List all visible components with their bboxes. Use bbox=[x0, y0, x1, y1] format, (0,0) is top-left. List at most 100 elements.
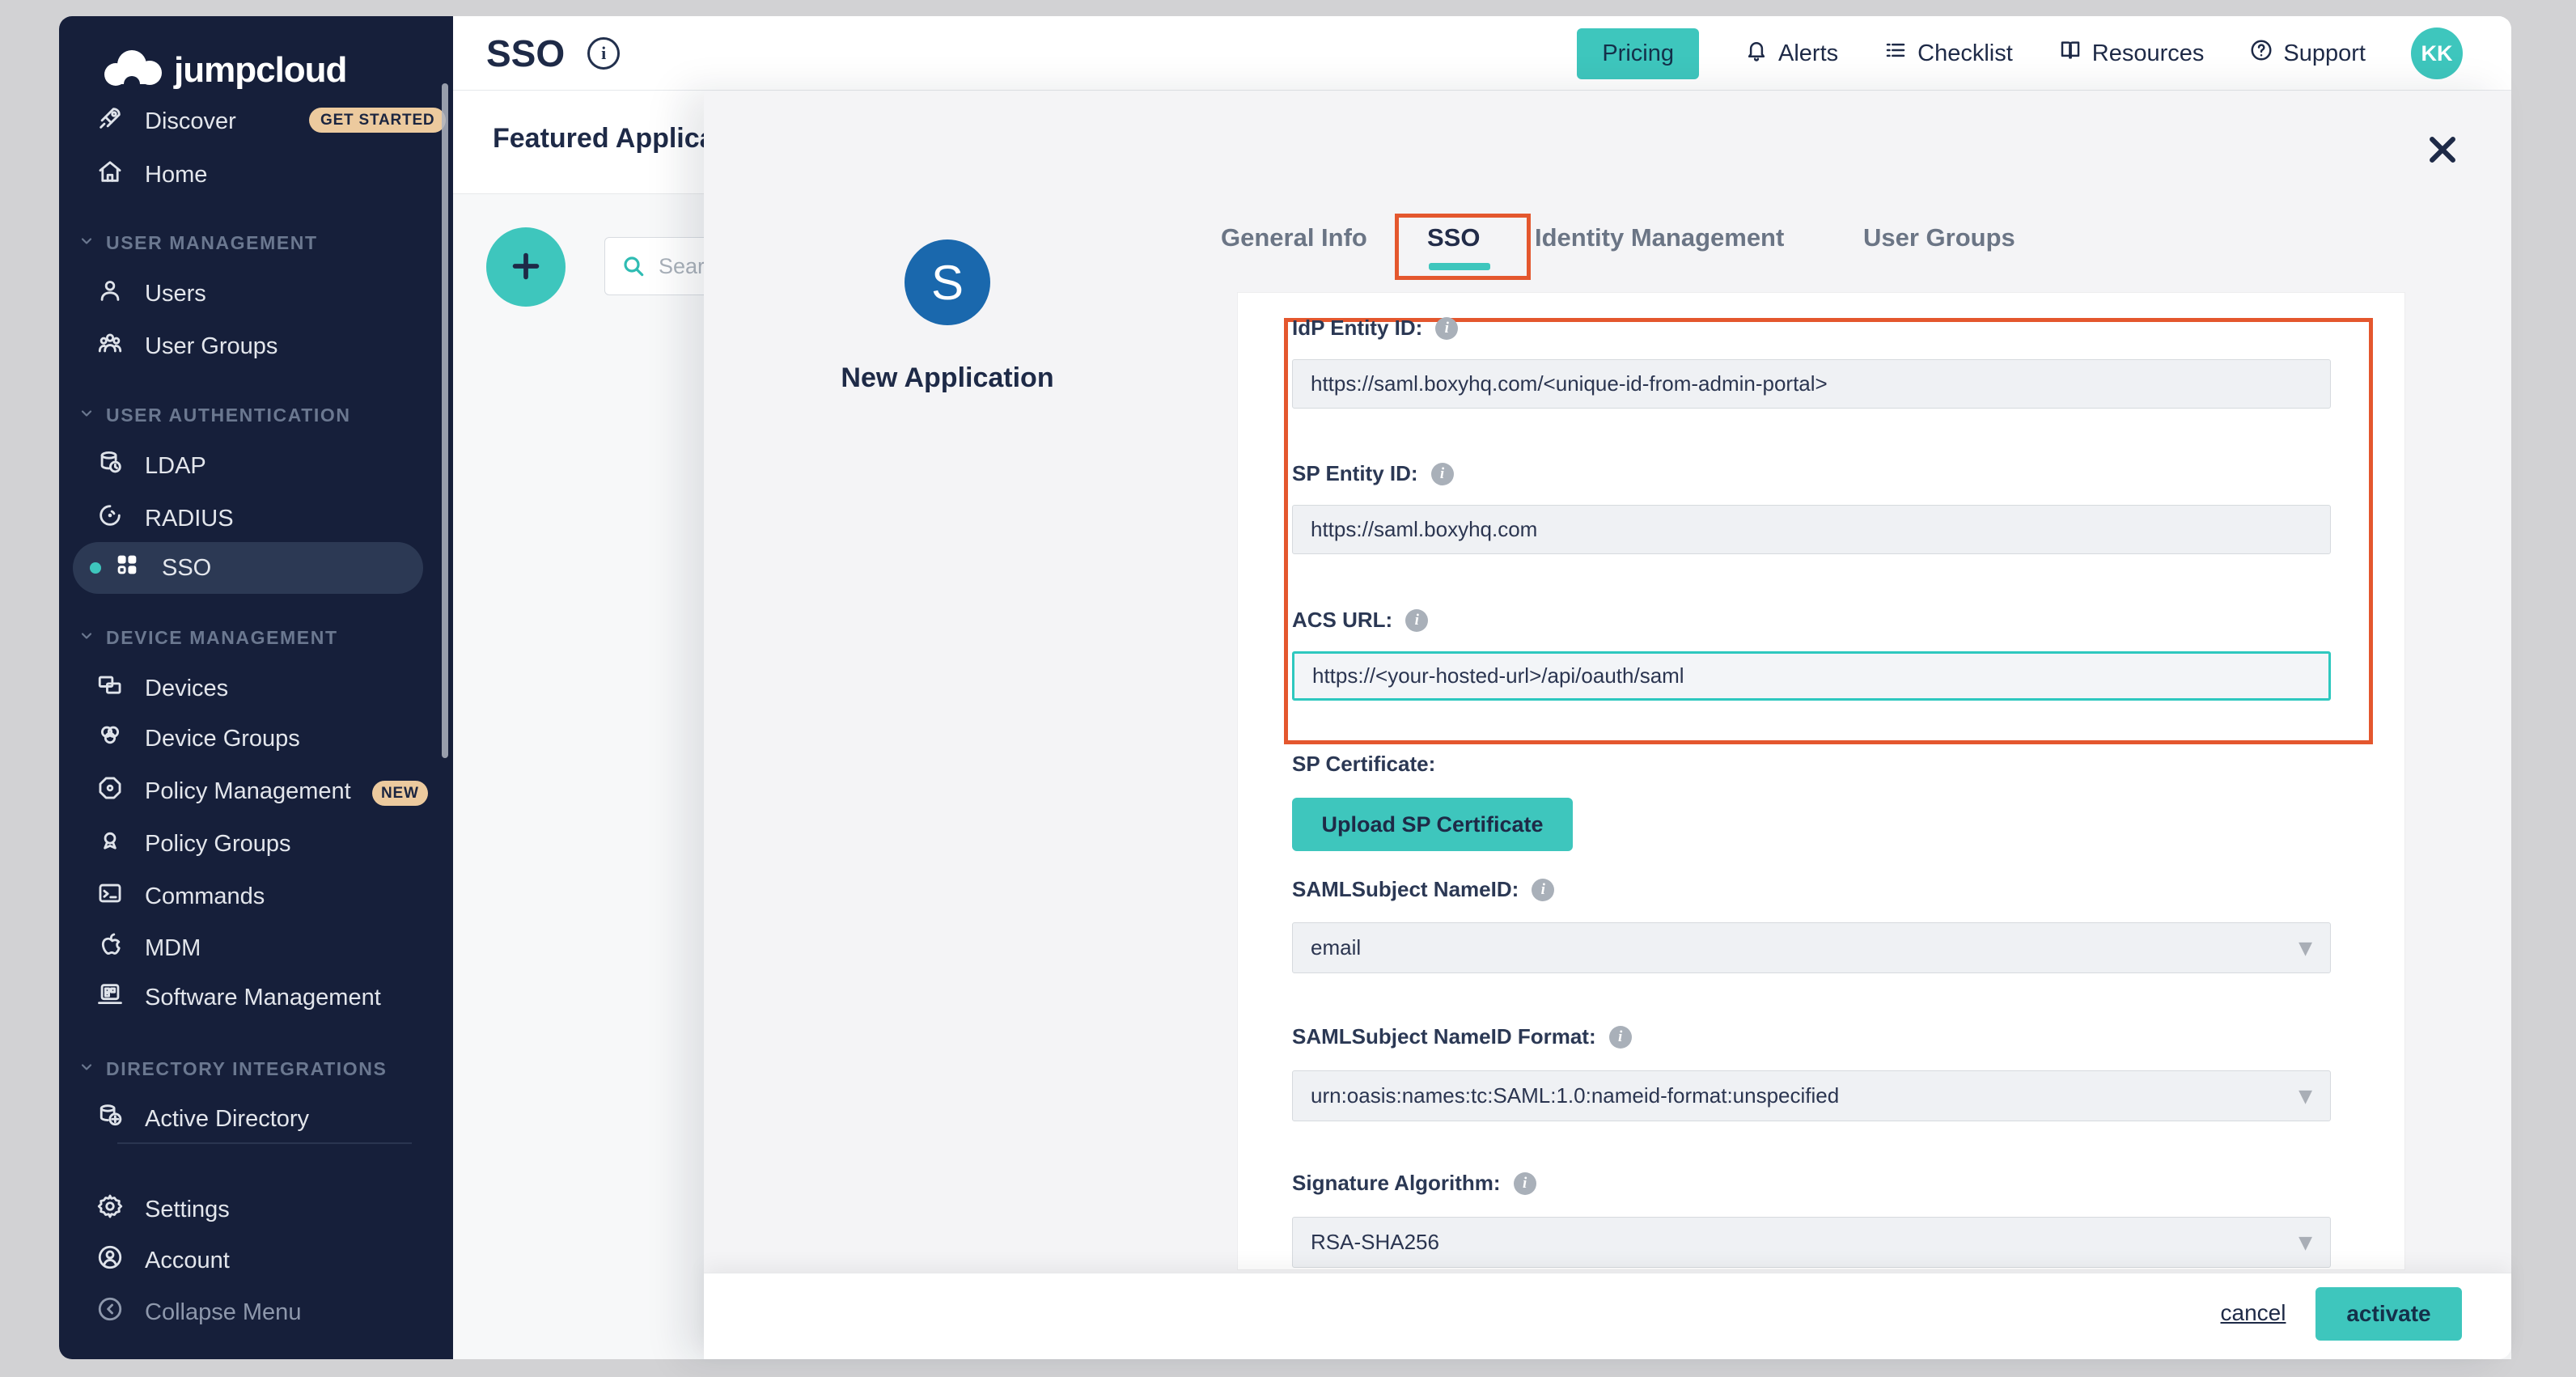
sidebar-item-software-management[interactable]: Software Management bbox=[59, 972, 453, 1023]
sidebar-item-label: LDAP bbox=[145, 453, 206, 480]
close-icon[interactable] bbox=[2423, 131, 2462, 170]
nameid-select[interactable]: email bbox=[1292, 922, 2331, 973]
sidebar-item-label: Software Management bbox=[145, 985, 381, 1011]
sidebar-item-label: Policy Groups bbox=[145, 831, 291, 858]
sidebar-item-label: Settings bbox=[145, 1197, 230, 1223]
cloud-logo-icon bbox=[98, 45, 167, 95]
policy-groups-icon bbox=[96, 827, 124, 861]
jumpcloud-logo[interactable]: jumpcloud bbox=[98, 45, 346, 95]
sidebar-item-ldap[interactable]: LDAP bbox=[59, 440, 453, 492]
sidebar-item-label: Commands bbox=[145, 883, 265, 910]
sidebar-item-label: MDM bbox=[145, 935, 201, 962]
sidebar-item-device-groups[interactable]: Device Groups bbox=[59, 713, 453, 765]
sidebar-item-discover[interactable]: Discover GET STARTED bbox=[59, 95, 453, 147]
sidebar-section-device-management[interactable]: DEVICE MANAGEMENT bbox=[59, 615, 453, 660]
user-avatar[interactable]: KK bbox=[2411, 28, 2463, 79]
sidebar-item-label: Collapse Menu bbox=[145, 1299, 301, 1326]
get-started-badge: GET STARTED bbox=[309, 108, 446, 133]
apple-icon bbox=[96, 931, 124, 965]
sidebar-item-sso[interactable]: SSO bbox=[73, 542, 423, 594]
sidebar-item-label: Devices bbox=[145, 676, 228, 702]
page-title: SSO bbox=[486, 32, 565, 75]
sidebar-item-commands[interactable]: Commands bbox=[59, 871, 453, 922]
acs-url-label-row: ACS URL: i bbox=[1292, 608, 1428, 633]
chevron-down-icon bbox=[78, 1058, 95, 1080]
help-icon bbox=[2249, 38, 2273, 69]
book-icon bbox=[2058, 38, 2082, 69]
tab-user-groups[interactable]: User Groups bbox=[1863, 212, 2015, 264]
sp-certificate-label-row: SP Certificate: bbox=[1292, 752, 1435, 777]
sso-form-panel: IdP Entity ID: i SP Entity ID: i ACS URL… bbox=[1237, 292, 2405, 1270]
active-directory-icon bbox=[96, 1102, 124, 1136]
app-window: jumpcloud Discover GET STARTED Home USER… bbox=[0, 0, 2576, 1377]
sidebar-section-user-management[interactable]: USER MANAGEMENT bbox=[59, 220, 453, 265]
activate-button[interactable]: activate bbox=[2315, 1287, 2462, 1341]
sidebar-item-active-directory[interactable]: Active Directory bbox=[59, 1093, 453, 1145]
idp-entity-id-label-row: IdP Entity ID: i bbox=[1292, 316, 1458, 341]
tab-identity-management[interactable]: Identity Management bbox=[1535, 212, 1784, 264]
sidebar-item-label: User Groups bbox=[145, 333, 278, 360]
collapse-arrow-icon bbox=[96, 1295, 124, 1329]
sidebar-item-users[interactable]: Users bbox=[59, 268, 453, 320]
info-icon[interactable]: i bbox=[1532, 879, 1554, 901]
sidebar-item-policy-groups[interactable]: Policy Groups bbox=[59, 818, 453, 870]
sidebar-item-collapse-menu[interactable]: Collapse Menu bbox=[59, 1286, 453, 1338]
checklist-icon bbox=[1883, 38, 1908, 69]
sidebar-section-directory-integrations[interactable]: DIRECTORY INTEGRATIONS bbox=[59, 1046, 453, 1091]
application-avatar: S bbox=[905, 239, 990, 325]
info-icon[interactable]: i bbox=[1435, 317, 1458, 340]
support-button[interactable]: Support bbox=[2249, 38, 2366, 69]
chevron-down-icon bbox=[78, 232, 95, 254]
chevron-down-icon bbox=[78, 405, 95, 426]
info-icon[interactable]: i bbox=[1514, 1172, 1536, 1195]
sidebar-item-home[interactable]: Home bbox=[59, 149, 453, 201]
sidebar-item-devices[interactable]: Devices bbox=[59, 663, 453, 714]
resources-button[interactable]: Resources bbox=[2058, 38, 2205, 69]
logo-text: jumpcloud bbox=[174, 50, 346, 91]
sidebar-section-user-authentication[interactable]: USER AUTHENTICATION bbox=[59, 392, 453, 438]
user-groups-icon bbox=[96, 329, 124, 363]
upload-sp-certificate-button[interactable]: Upload SP Certificate bbox=[1292, 798, 1573, 851]
sidebar-item-user-groups[interactable]: User Groups bbox=[59, 320, 453, 372]
info-icon[interactable]: i bbox=[1405, 609, 1428, 632]
sidebar-item-mdm[interactable]: MDM bbox=[59, 922, 453, 974]
sidebar-item-label: Active Directory bbox=[145, 1106, 309, 1133]
user-icon bbox=[96, 277, 124, 311]
checklist-button[interactable]: Checklist bbox=[1883, 38, 2013, 69]
sidebar-scrollbar[interactable] bbox=[442, 83, 448, 758]
signature-algorithm-select[interactable]: RSA-SHA256 bbox=[1292, 1217, 2331, 1268]
venn-circles-icon bbox=[96, 722, 124, 756]
rocket-icon bbox=[96, 104, 124, 138]
nameid-format-select[interactable]: urn:oasis:names:tc:SAML:1.0:nameid-forma… bbox=[1292, 1070, 2331, 1121]
sidebar-item-label: Account bbox=[145, 1248, 230, 1274]
idp-entity-id-input[interactable] bbox=[1292, 359, 2331, 409]
info-icon[interactable]: i bbox=[1609, 1026, 1632, 1049]
nameid-format-label-row: SAMLSubject NameID Format: i bbox=[1292, 1024, 1632, 1049]
add-application-button[interactable] bbox=[486, 227, 566, 307]
info-icon[interactable]: i bbox=[587, 37, 620, 70]
sidebar-item-label: Discover bbox=[145, 108, 236, 135]
laptop-apps-icon bbox=[96, 981, 124, 1015]
pricing-button[interactable]: Pricing bbox=[1577, 28, 1699, 79]
sidebar-item-label: SSO bbox=[162, 555, 211, 582]
gear-icon bbox=[96, 1193, 124, 1227]
signature-algorithm-label-row: Signature Algorithm: i bbox=[1292, 1171, 1536, 1196]
cancel-link[interactable]: cancel bbox=[2197, 1300, 2310, 1326]
plus-icon bbox=[507, 248, 544, 287]
sp-entity-id-input[interactable] bbox=[1292, 505, 2331, 554]
modal-footer: cancel activate bbox=[704, 1273, 2511, 1359]
alerts-button[interactable]: Alerts bbox=[1744, 38, 1838, 69]
sidebar-item-label: RADIUS bbox=[145, 506, 234, 532]
acs-url-input[interactable] bbox=[1292, 651, 2331, 701]
tab-general-info[interactable]: General Info bbox=[1221, 212, 1367, 264]
nameid-label-row: SAMLSubject NameID: i bbox=[1292, 877, 1554, 902]
chevron-down-icon bbox=[78, 627, 95, 649]
sidebar-item-settings[interactable]: Settings bbox=[59, 1184, 453, 1235]
sidebar-divider bbox=[117, 1142, 412, 1144]
sidebar-item-policy-management[interactable]: Policy Management NEW bbox=[59, 765, 453, 817]
sidebar-item-account[interactable]: Account bbox=[59, 1235, 453, 1286]
info-icon[interactable]: i bbox=[1431, 463, 1454, 485]
sidebar-item-radius[interactable]: RADIUS bbox=[59, 493, 453, 544]
tab-sso[interactable]: SSO bbox=[1427, 212, 1480, 264]
home-icon bbox=[96, 158, 124, 192]
